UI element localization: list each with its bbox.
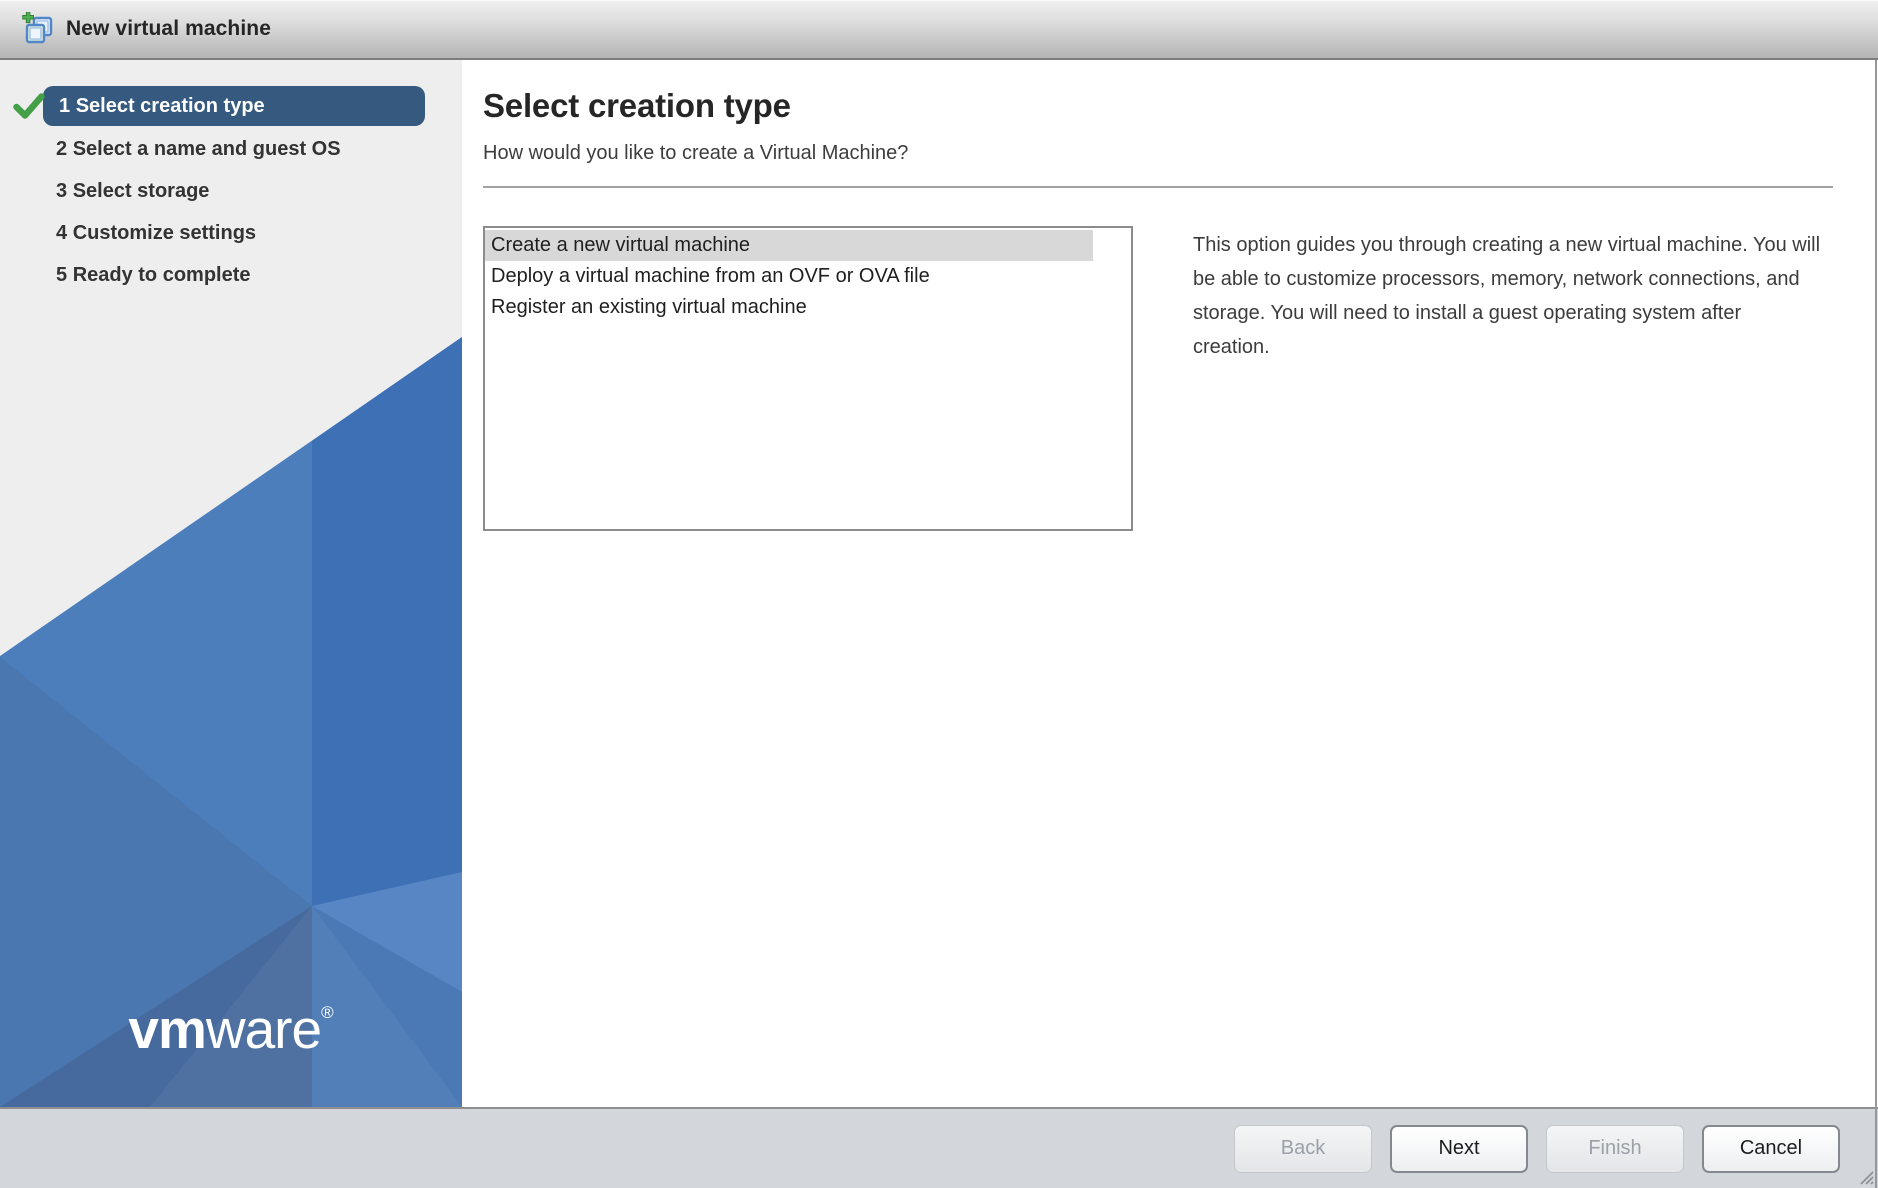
option-register-existing-vm[interactable]: Register an existing virtual machine	[485, 292, 1131, 323]
wizard-footer: Back Next Finish Cancel	[0, 1107, 1878, 1188]
step-label: Select storage	[72, 180, 210, 202]
cancel-button[interactable]: Cancel	[1702, 1124, 1840, 1173]
divider	[483, 186, 1833, 188]
wizard-step-3-select-storage[interactable]: 3 Select storage	[0, 170, 462, 212]
plus-badge-icon	[22, 12, 34, 24]
step-number: 5	[56, 264, 68, 286]
vmware-logo: vmware®	[0, 997, 462, 1061]
option-create-new-vm[interactable]: Create a new virtual machine	[485, 230, 1093, 261]
page-title: Select creation type	[483, 87, 791, 124]
resize-grip-icon[interactable]	[1858, 1169, 1874, 1185]
back-button: Back	[1234, 1124, 1372, 1173]
registered-mark: ®	[321, 1003, 334, 1022]
step-number: 1	[59, 95, 71, 117]
wizard-step-1-select-creation-type[interactable]: 1 Select creation type	[43, 86, 425, 126]
step-number: 4	[56, 222, 68, 244]
step-label: Ready to complete	[72, 264, 251, 286]
wizard-content-pane: Select creation type How would you like …	[462, 60, 1878, 1107]
next-button[interactable]: Next	[1390, 1124, 1528, 1173]
page-subtitle: How would you like to create a Virtual M…	[483, 142, 909, 164]
step-number: 3	[56, 180, 68, 202]
wizard-steps-sidebar: 1 Select creation type 2 Select a name a…	[0, 60, 462, 1107]
step-label: Customize settings	[72, 222, 257, 244]
option-description: This option guides you through creating …	[1193, 234, 1821, 358]
wizard-step-5-ready-to-complete[interactable]: 5 Ready to complete	[0, 254, 462, 296]
option-deploy-ovf-ova[interactable]: Deploy a virtual machine from an OVF or …	[485, 261, 1131, 292]
new-vm-wizard-window: New virtual machine 1 Select creation ty…	[0, 0, 1878, 1188]
titlebar[interactable]: New virtual machine	[0, 0, 1878, 60]
new-vm-icon	[22, 12, 53, 44]
step-label: Select creation type	[75, 95, 265, 117]
window-title: New virtual machine	[66, 17, 271, 40]
step-label: Select a name and guest OS	[72, 138, 341, 160]
wizard-step-4-customize-settings[interactable]: 4 Customize settings	[0, 212, 462, 254]
vmware-logo-ware: ware	[205, 998, 322, 1060]
vmware-logo-vm: vm	[128, 998, 206, 1060]
creation-type-listbox[interactable]: Create a new virtual machine Deploy a vi…	[483, 226, 1133, 531]
checkmark-icon	[13, 93, 45, 119]
wizard-steps-list: 1 Select creation type 2 Select a name a…	[0, 60, 462, 296]
finish-button: Finish	[1546, 1124, 1684, 1173]
window-right-border	[1875, 60, 1877, 1188]
step-number: 2	[56, 138, 68, 160]
vmware-polygon-art	[0, 337, 462, 1107]
wizard-step-2-select-name-guest-os[interactable]: 2 Select a name and guest OS	[0, 128, 462, 170]
